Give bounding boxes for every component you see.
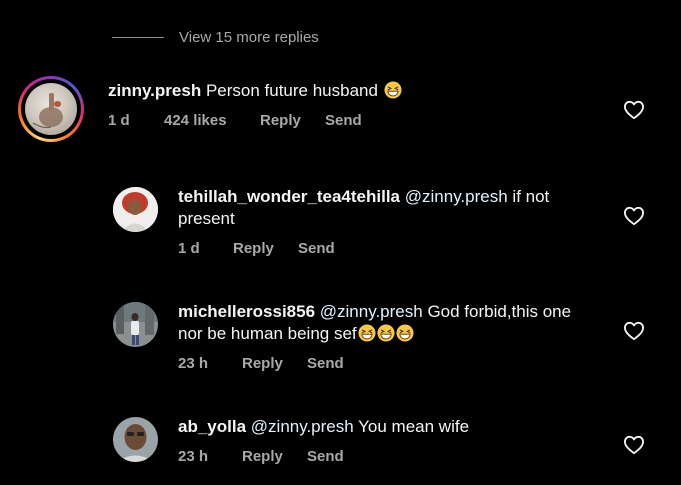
- grinning-squinting-face-emoji-icon: [377, 324, 395, 342]
- comment-mention[interactable]: @zinny.presh: [405, 187, 508, 206]
- comment-text-line: tehillah_wonder_tea4tehilla @zinny.presh…: [178, 186, 549, 208]
- comment-meta: 1 d Reply Send: [178, 240, 335, 257]
- reply-button[interactable]: Reply: [260, 112, 325, 129]
- reply-button[interactable]: Reply: [242, 355, 307, 372]
- comment-meta: 23 h Reply Send: [178, 355, 344, 372]
- avatar[interactable]: [113, 187, 158, 232]
- avatar[interactable]: [113, 302, 158, 347]
- avatar-story-ring[interactable]: [18, 76, 84, 142]
- comment-time: 1 d: [178, 240, 200, 257]
- view-more-replies-button[interactable]: View 15 more replies: [112, 22, 319, 52]
- comment-text-line: zinny.presh Person future husband: [108, 80, 402, 102]
- avatar: [25, 83, 77, 135]
- heart-outline-icon[interactable]: [623, 206, 645, 226]
- comment-text-line: ab_yolla @zinny.presh You mean wife: [178, 416, 469, 438]
- comment-body: God forbid,this one: [427, 302, 572, 321]
- comment-body: You mean wife: [358, 417, 470, 436]
- comment-time: 23 h: [178, 448, 209, 465]
- comment-time: 23 h: [178, 355, 209, 372]
- comment-body: Person future husband: [205, 81, 378, 100]
- avatar[interactable]: [113, 417, 158, 462]
- comment-text-line-2: nor be human being sef: [178, 323, 414, 345]
- comment-body: if not: [512, 187, 550, 206]
- comment-meta: 23 h Reply Send: [178, 448, 344, 465]
- comment-username[interactable]: tehillah_wonder_tea4tehilla: [178, 187, 400, 206]
- likes-count[interactable]: 424 likes: [164, 112, 260, 129]
- comment-mention[interactable]: @zinny.presh: [251, 417, 354, 436]
- heart-outline-icon[interactable]: [623, 100, 645, 120]
- comment-meta: 1 d 424 likes Reply Send: [108, 112, 362, 129]
- comment-body-continued: present: [178, 209, 235, 228]
- view-more-replies-label: View 15 more replies: [179, 28, 319, 46]
- heart-outline-icon[interactable]: [623, 321, 645, 341]
- reply-button[interactable]: Reply: [233, 240, 298, 257]
- heart-outline-icon[interactable]: [623, 435, 645, 455]
- comment-username[interactable]: ab_yolla: [178, 417, 246, 436]
- send-button[interactable]: Send: [298, 240, 335, 257]
- comment-text-line-2: present: [178, 208, 235, 230]
- send-button[interactable]: Send: [325, 112, 362, 129]
- grinning-squinting-face-emoji-icon: [396, 324, 414, 342]
- send-button[interactable]: Send: [307, 355, 344, 372]
- comment-text-line: michellerossi856 @zinny.presh God forbid…: [178, 301, 571, 323]
- grinning-squinting-face-emoji-icon: [384, 81, 402, 99]
- comment-body-continued: nor be human being sef: [178, 324, 357, 343]
- reply-button[interactable]: Reply: [242, 448, 307, 465]
- send-button[interactable]: Send: [307, 448, 344, 465]
- grinning-squinting-face-emoji-icon: [358, 324, 376, 342]
- comment-username[interactable]: zinny.presh: [108, 81, 201, 100]
- comment-time: 1 d: [108, 112, 130, 129]
- comment-mention[interactable]: @zinny.presh: [320, 302, 423, 321]
- comment-username[interactable]: michellerossi856: [178, 302, 315, 321]
- divider-line: [112, 36, 164, 38]
